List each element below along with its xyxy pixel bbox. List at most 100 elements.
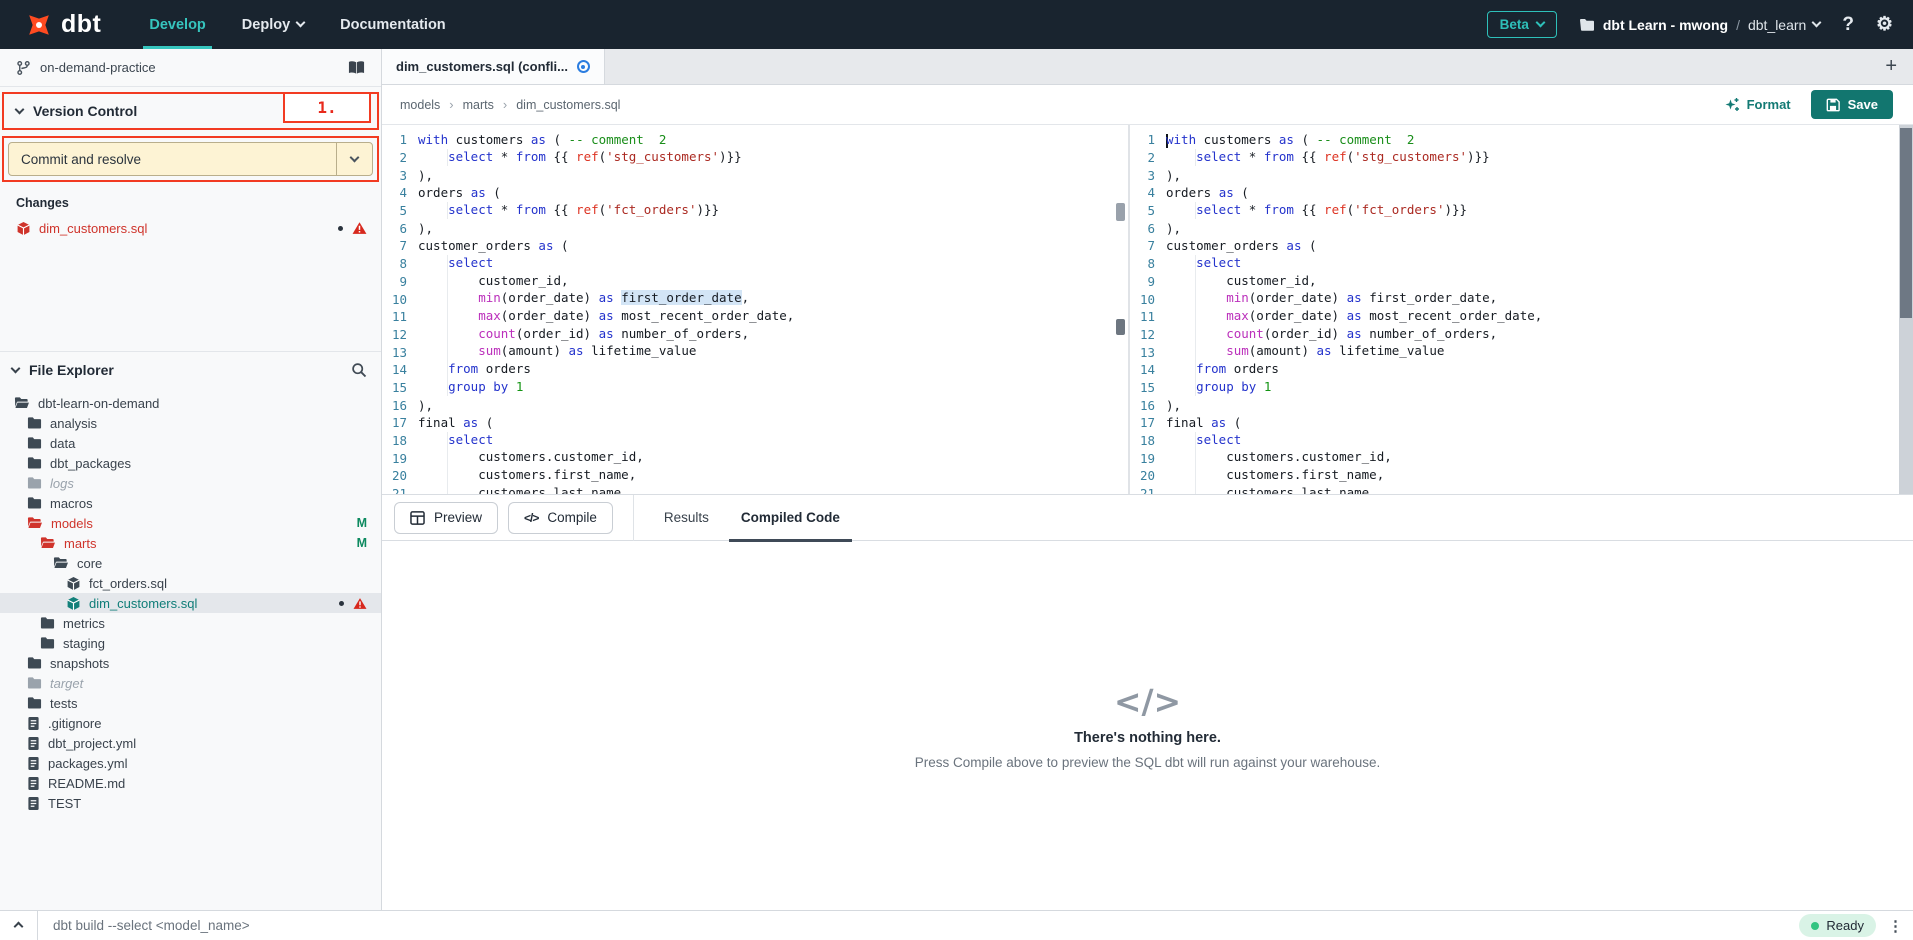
- tree-item-dbt-learn-on-demand[interactable]: dbt-learn-on-demand: [0, 393, 381, 413]
- code-line-5[interactable]: 5select * from {{ ref('fct_orders')}}: [1130, 202, 1913, 220]
- code-line-21[interactable]: 21customers.last_name,: [1130, 485, 1913, 494]
- tree-item-fct-orders-sql[interactable]: fct_orders.sql: [0, 573, 381, 593]
- code-line-10[interactable]: 10min(order_date) as first_order_date,: [382, 290, 1128, 308]
- scrollbar-thumb[interactable]: [1900, 128, 1912, 318]
- tree-item-readme-md[interactable]: README.md: [0, 773, 381, 793]
- gear-icon[interactable]: ⚙: [1876, 13, 1893, 36]
- new-tab-button[interactable]: +: [1885, 55, 1913, 78]
- tree-item-snapshots[interactable]: snapshots: [0, 653, 381, 673]
- dbt-logo[interactable]: dbt: [0, 0, 131, 49]
- scrollbar-thumb[interactable]: [1116, 319, 1125, 335]
- code-line-5[interactable]: 5select * from {{ ref('fct_orders')}}: [382, 202, 1128, 220]
- code-line-18[interactable]: 18select: [1130, 432, 1913, 450]
- nav-item-documentation[interactable]: Documentation: [322, 0, 464, 49]
- chevron-down-icon[interactable]: [15, 104, 25, 114]
- tree-item-dim-customers-sql[interactable]: dim_customers.sql: [0, 593, 381, 613]
- code-line-13[interactable]: 13sum(amount) as lifetime_value: [382, 343, 1128, 361]
- save-button[interactable]: Save: [1811, 90, 1893, 119]
- tree-item-test[interactable]: TEST: [0, 793, 381, 813]
- changed-file-row[interactable]: dim_customers.sql: [0, 216, 381, 240]
- code-line-18[interactable]: 18select: [382, 432, 1128, 450]
- code-line-8[interactable]: 8select: [1130, 255, 1913, 273]
- code-line-1[interactable]: 1with customers as ( -- comment 2: [382, 131, 1128, 149]
- command-input[interactable]: dbt build --select <model_name>: [53, 918, 250, 933]
- tree-item-packages-yml[interactable]: packages.yml: [0, 753, 381, 773]
- breadcrumb-marts[interactable]: marts: [463, 98, 494, 112]
- chevron-down-icon[interactable]: [11, 363, 21, 373]
- tree-item-metrics[interactable]: metrics: [0, 613, 381, 633]
- tree-item-staging[interactable]: staging: [0, 633, 381, 653]
- code-line-19[interactable]: 19customers.customer_id,: [382, 449, 1128, 467]
- project-dropdown[interactable]: dbt_learn: [1748, 17, 1820, 33]
- tree-item-data[interactable]: data: [0, 433, 381, 453]
- format-button[interactable]: Format: [1724, 97, 1791, 113]
- code-line-9[interactable]: 9customer_id,: [1130, 273, 1913, 291]
- tree-item-logs[interactable]: logs: [0, 473, 381, 493]
- help-icon[interactable]: ?: [1842, 14, 1854, 36]
- tab-results[interactable]: Results: [648, 495, 725, 541]
- code-line-14[interactable]: 14from orders: [382, 361, 1128, 379]
- commit-and-resolve-button[interactable]: Commit and resolve: [9, 143, 336, 175]
- nav-item-develop[interactable]: Develop: [131, 0, 223, 49]
- code-line-11[interactable]: 11max(order_date) as most_recent_order_d…: [1130, 308, 1913, 326]
- editor-pane-left[interactable]: 1with customers as ( -- comment 22select…: [382, 125, 1128, 494]
- tree-item-marts[interactable]: martsM: [0, 533, 381, 553]
- tree-item-tests[interactable]: tests: [0, 693, 381, 713]
- code-line-4[interactable]: 4orders as (: [1130, 184, 1913, 202]
- docs-book-icon[interactable]: [348, 60, 365, 75]
- tree-item-dbt-project-yml[interactable]: dbt_project.yml: [0, 733, 381, 753]
- code-line-17[interactable]: 17final as (: [1130, 414, 1913, 432]
- code-line-3[interactable]: 3),: [382, 166, 1128, 184]
- expand-panel-button[interactable]: [15, 917, 22, 935]
- tree-item-models[interactable]: modelsM: [0, 513, 381, 533]
- code-line-12[interactable]: 12count(order_id) as number_of_orders,: [382, 326, 1128, 344]
- commit-dropdown-button[interactable]: [336, 143, 372, 175]
- code-line-7[interactable]: 7customer_orders as (: [382, 237, 1128, 255]
- code-line-1[interactable]: 1with customers as ( -- comment 2: [1130, 131, 1913, 149]
- code-line-15[interactable]: 15group by 1: [382, 379, 1128, 397]
- tree-item-core[interactable]: core: [0, 553, 381, 573]
- code-line-9[interactable]: 9customer_id,: [382, 273, 1128, 291]
- code-line-16[interactable]: 16),: [1130, 396, 1913, 414]
- breadcrumb-models[interactable]: models: [400, 98, 440, 112]
- code-line-6[interactable]: 6),: [382, 219, 1128, 237]
- code-line-11[interactable]: 11max(order_date) as most_recent_order_d…: [382, 308, 1128, 326]
- code-line-7[interactable]: 7customer_orders as (: [1130, 237, 1913, 255]
- account-switcher[interactable]: dbt Learn - mwong / dbt_learn: [1579, 17, 1821, 33]
- preview-button[interactable]: Preview: [394, 502, 498, 534]
- code-line-4[interactable]: 4orders as (: [382, 184, 1128, 202]
- code-line-14[interactable]: 14from orders: [1130, 361, 1913, 379]
- code-line-21[interactable]: 21customers.last_name,: [382, 485, 1128, 494]
- branch-selector[interactable]: on-demand-practice: [0, 49, 381, 87]
- code-line-16[interactable]: 16),: [382, 396, 1128, 414]
- code-line-13[interactable]: 13sum(amount) as lifetime_value: [1130, 343, 1913, 361]
- code-line-2[interactable]: 2select * from {{ ref('stg_customers')}}: [1130, 149, 1913, 167]
- version-control-title[interactable]: Version Control: [33, 103, 137, 119]
- code-line-12[interactable]: 12count(order_id) as number_of_orders,: [1130, 326, 1913, 344]
- kebab-menu-icon[interactable]: ⋮: [1888, 917, 1903, 935]
- tab-compiled-code[interactable]: Compiled Code: [725, 495, 856, 541]
- code-line-8[interactable]: 8select: [382, 255, 1128, 273]
- file-explorer-title[interactable]: File Explorer: [29, 362, 341, 378]
- code-line-6[interactable]: 6),: [1130, 219, 1913, 237]
- nav-item-deploy[interactable]: Deploy: [224, 0, 322, 49]
- beta-dropdown[interactable]: Beta: [1487, 11, 1557, 38]
- code-line-20[interactable]: 20customers.first_name,: [1130, 467, 1913, 485]
- tree-item-macros[interactable]: macros: [0, 493, 381, 513]
- code-line-3[interactable]: 3),: [1130, 166, 1913, 184]
- compile-button[interactable]: </> Compile: [508, 502, 613, 534]
- tree-item--gitignore[interactable]: .gitignore: [0, 713, 381, 733]
- scrollbar-track[interactable]: [1899, 125, 1913, 494]
- tree-item-target[interactable]: target: [0, 673, 381, 693]
- code-line-20[interactable]: 20customers.first_name,: [382, 467, 1128, 485]
- scrollbar-thumb[interactable]: [1116, 203, 1125, 221]
- code-line-2[interactable]: 2select * from {{ ref('stg_customers')}}: [382, 149, 1128, 167]
- code-line-17[interactable]: 17final as (: [382, 414, 1128, 432]
- editor-tab-dim-customers[interactable]: dim_customers.sql (confli...: [382, 49, 605, 84]
- tree-item-analysis[interactable]: analysis: [0, 413, 381, 433]
- code-line-10[interactable]: 10min(order_date) as first_order_date,: [1130, 290, 1913, 308]
- code-line-15[interactable]: 15group by 1: [1130, 379, 1913, 397]
- breadcrumb-file[interactable]: dim_customers.sql: [516, 98, 620, 112]
- code-line-19[interactable]: 19customers.customer_id,: [1130, 449, 1913, 467]
- tree-item-dbt-packages[interactable]: dbt_packages: [0, 453, 381, 473]
